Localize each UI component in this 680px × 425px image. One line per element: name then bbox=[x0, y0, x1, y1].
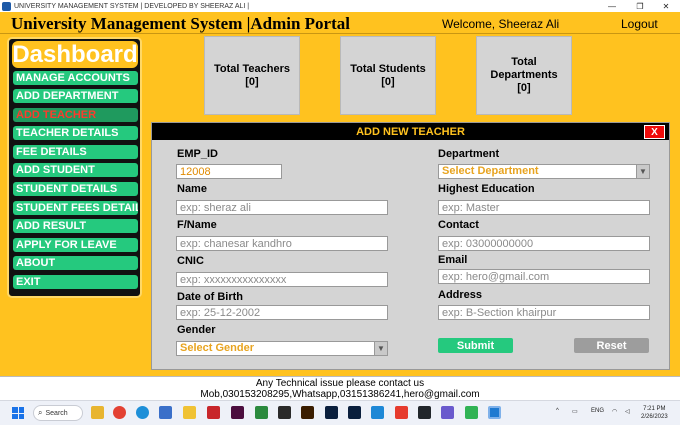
app-title: University Management System |Admin Port… bbox=[11, 14, 350, 33]
dob-field[interactable] bbox=[176, 305, 388, 320]
logout-link[interactable]: Logout bbox=[621, 17, 658, 31]
taskbar-clock[interactable]: 7:21 PM 2/26/2023 bbox=[641, 405, 668, 421]
stat-card-students: Total Students [0] bbox=[340, 36, 436, 115]
app-icon bbox=[2, 1, 11, 11]
sidebar: Dashboard MANAGE ACCOUNTS ADD DEPARTMENT… bbox=[7, 37, 142, 298]
stat-value: [0] bbox=[381, 75, 395, 88]
whatsapp-icon[interactable] bbox=[465, 406, 478, 419]
maximize-button[interactable]: ❐ bbox=[626, 0, 654, 12]
department-selected-value: Select Department bbox=[442, 165, 539, 177]
app-icon-9[interactable] bbox=[278, 406, 291, 419]
minimize-button[interactable]: — bbox=[598, 0, 626, 12]
stat-card-teachers: Total Teachers [0] bbox=[204, 36, 300, 115]
xd-icon[interactable] bbox=[231, 406, 244, 419]
dashboard-button[interactable]: Dashboard bbox=[12, 41, 138, 68]
contact-label: Contact bbox=[438, 219, 479, 231]
tray-chevron-icon[interactable]: ^ bbox=[556, 408, 559, 414]
gender-label: Gender bbox=[177, 324, 216, 336]
reset-button[interactable]: Reset bbox=[574, 338, 649, 353]
clock-time: 7:21 PM bbox=[643, 406, 666, 412]
volume-icon[interactable]: ◁ bbox=[625, 408, 630, 415]
add-teacher-panel: ADD NEW TEACHER X EMP_ID Name F/Name CNI… bbox=[151, 122, 670, 370]
sidebar-item-student-fees-detail[interactable]: STUDENT FEES DETAIL bbox=[13, 201, 138, 215]
windows-start-icon[interactable] bbox=[12, 407, 24, 419]
cnic-label: CNIC bbox=[177, 255, 204, 267]
email-field[interactable] bbox=[438, 269, 650, 284]
education-label: Highest Education bbox=[438, 183, 535, 195]
stat-label: Total Students bbox=[350, 62, 426, 75]
taskbar-search-label: Search bbox=[45, 409, 68, 417]
stat-value: [0] bbox=[245, 75, 259, 88]
sidebar-item-add-department[interactable]: ADD DEPARTMENT bbox=[13, 89, 138, 103]
sidebar-item-teacher-details[interactable]: TEACHER DETAILS bbox=[13, 126, 138, 140]
acrobat-icon[interactable] bbox=[207, 406, 220, 419]
gender-selected-value: Select Gender bbox=[180, 342, 254, 354]
app-header: University Management System |Admin Port… bbox=[0, 12, 680, 34]
submit-button[interactable]: Submit bbox=[438, 338, 513, 353]
dob-label: Date of Birth bbox=[177, 291, 243, 303]
chevron-down-icon: ▼ bbox=[636, 165, 649, 178]
gender-select[interactable]: Select Gender ▼ bbox=[176, 341, 388, 356]
taskbar-search[interactable]: ⌕ Search bbox=[33, 405, 83, 421]
pycharm-icon[interactable] bbox=[418, 406, 431, 419]
app-icon-14[interactable] bbox=[395, 406, 408, 419]
sidebar-item-fee-details[interactable]: FEE DETAILS bbox=[13, 145, 138, 159]
window-title-bar: UNIVERSITY MANAGEMENT SYSTEM | DEVELOPED… bbox=[0, 0, 680, 12]
os-taskbar: ⌕ Search ^ ▭ ENG ◠ ◁ 7:21 PM 2/26/2023 bbox=[0, 400, 680, 425]
panel-close-button[interactable]: X bbox=[644, 125, 665, 139]
footer-line-2: Mob,030153208295,Whatsapp,03151386241,he… bbox=[200, 389, 480, 400]
app-icon-4[interactable] bbox=[159, 406, 172, 419]
contact-field[interactable] bbox=[438, 236, 650, 251]
stat-value: [0] bbox=[517, 82, 531, 94]
address-label: Address bbox=[438, 289, 483, 301]
sticky-notes-icon[interactable] bbox=[183, 406, 196, 419]
java-app-icon[interactable] bbox=[488, 406, 501, 419]
name-label: Name bbox=[177, 183, 207, 195]
fname-label: F/Name bbox=[177, 219, 217, 231]
fname-field[interactable] bbox=[176, 236, 388, 251]
sidebar-item-student-details[interactable]: STUDENT DETAILS bbox=[13, 182, 138, 196]
chrome-icon[interactable] bbox=[113, 406, 126, 419]
excel-icon[interactable] bbox=[255, 406, 268, 419]
emp-id-field[interactable] bbox=[176, 164, 282, 179]
search-icon: ⌕ bbox=[38, 408, 43, 417]
photoshop-icon[interactable] bbox=[325, 406, 338, 419]
tray-icon[interactable]: ▭ bbox=[572, 408, 578, 415]
contact-footer: Any Technical issue please contact us Mo… bbox=[0, 376, 680, 400]
sidebar-item-add-teacher[interactable]: ADD TEACHER bbox=[13, 108, 138, 122]
sidebar-item-add-result[interactable]: ADD RESULT bbox=[13, 219, 138, 233]
footer-line-1: Any Technical issue please contact us bbox=[255, 378, 425, 389]
department-select[interactable]: Select Department ▼ bbox=[438, 164, 650, 179]
window-close-button[interactable]: ✕ bbox=[652, 0, 680, 12]
stat-card-departments: Total Departments [0] bbox=[476, 36, 572, 115]
stat-label: Total Departments bbox=[490, 56, 558, 81]
sidebar-item-apply-for-leave[interactable]: APPLY FOR LEAVE bbox=[13, 238, 138, 252]
language-indicator[interactable]: ENG bbox=[591, 408, 604, 414]
address-field[interactable] bbox=[438, 305, 650, 320]
file-explorer-icon[interactable] bbox=[91, 406, 104, 419]
panel-title: ADD NEW TEACHER bbox=[356, 126, 465, 138]
chevron-down-icon: ▼ bbox=[374, 342, 387, 355]
panel-header: ADD NEW TEACHER X bbox=[152, 123, 669, 140]
welcome-text: Welcome, Sheeraz Ali bbox=[442, 17, 560, 31]
wifi-icon[interactable]: ◠ bbox=[612, 408, 617, 415]
clock-date: 2/26/2023 bbox=[641, 414, 668, 420]
emp-id-label: EMP_ID bbox=[177, 148, 218, 160]
illustrator-icon[interactable] bbox=[301, 406, 314, 419]
education-field[interactable] bbox=[438, 200, 650, 215]
edge-icon[interactable] bbox=[136, 406, 149, 419]
stat-label: Total Teachers bbox=[213, 62, 290, 75]
cnic-field[interactable] bbox=[176, 272, 388, 287]
sidebar-item-about[interactable]: ABOUT bbox=[13, 256, 138, 270]
app-icon-16[interactable] bbox=[441, 406, 454, 419]
email-label: Email bbox=[438, 254, 468, 266]
window-title: UNIVERSITY MANAGEMENT SYSTEM | DEVELOPED… bbox=[14, 2, 250, 10]
vscode-icon[interactable] bbox=[371, 406, 384, 419]
department-label: Department bbox=[438, 148, 500, 160]
sidebar-item-add-student[interactable]: ADD STUDENT bbox=[13, 163, 138, 177]
sidebar-item-manage-accounts[interactable]: MANAGE ACCOUNTS bbox=[13, 71, 138, 85]
photoshop-2-icon[interactable] bbox=[348, 406, 361, 419]
name-field[interactable] bbox=[176, 200, 388, 215]
sidebar-item-exit[interactable]: EXIT bbox=[13, 275, 138, 289]
